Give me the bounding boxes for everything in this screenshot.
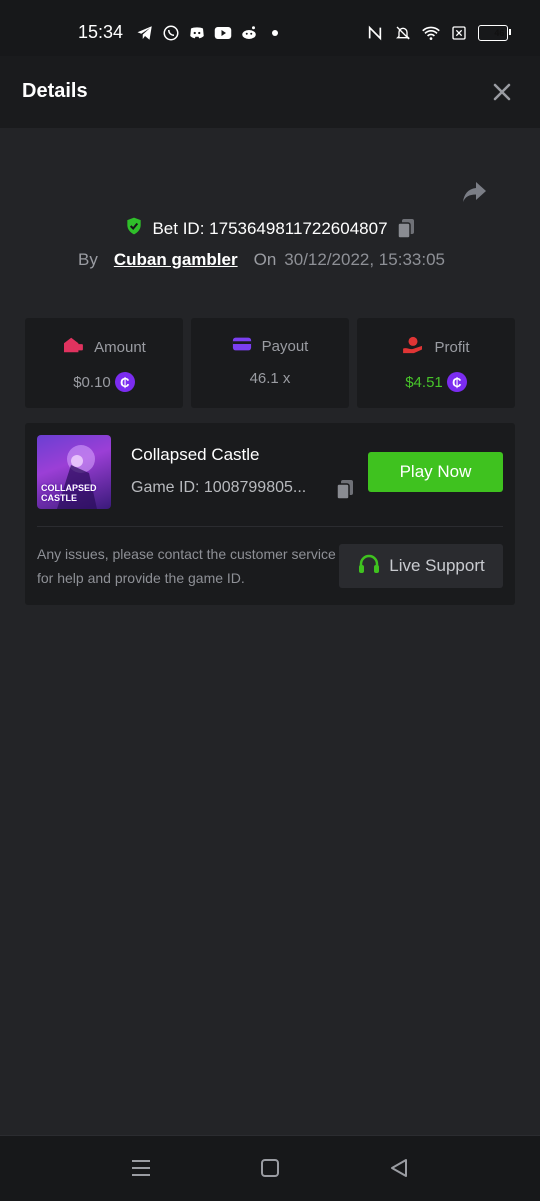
details-header: Details (0, 56, 540, 128)
menu-icon[interactable] (130, 1157, 152, 1179)
bet-id: Bet ID: 1753649811722604807 (152, 218, 388, 238)
status-bar: 15:34 46 (0, 0, 540, 56)
no-sim-icon (450, 24, 468, 42)
game-panel: COLLAPSED CASTLE Collapsed Castle Game I… (25, 423, 515, 605)
reddit-icon (240, 24, 258, 42)
notification-icons (136, 22, 278, 44)
wallet-icon (232, 336, 252, 356)
live-support-label: Live Support (389, 556, 485, 575)
nfc-icon (366, 24, 384, 42)
payout-card: Payout 46.1 x (191, 318, 349, 408)
bet-id-row: Bet ID: 1753649811722604807 (0, 216, 540, 241)
amount-card: Amount $0.10 ₵ (25, 318, 183, 408)
whatsapp-icon (162, 24, 180, 42)
wifi-icon (422, 24, 440, 42)
battery-level: 46 (494, 28, 505, 38)
close-icon[interactable] (490, 80, 514, 104)
bet-meta: By Cuban gambler On 30/12/2022, 15:33:05 (78, 250, 445, 270)
profit-card: Profit $4.51 ₵ (357, 318, 515, 408)
system-icons: 46 (366, 22, 511, 44)
profit-value: $4.51 (405, 373, 443, 391)
system-nav-bar (0, 1135, 540, 1201)
bet-date: 30/12/2022, 15:33:05 (284, 250, 445, 269)
more-notifications-dot (272, 30, 278, 36)
by-label: By (78, 250, 98, 269)
on-label: On (253, 250, 277, 269)
coin-icon: ₵ (446, 372, 467, 392)
game-id: Game ID: 1008799805... (131, 479, 307, 496)
payout-label: Payout (261, 337, 309, 355)
amount-icon (62, 336, 84, 358)
coin-icon: ₵ (114, 372, 135, 392)
youtube-icon (214, 24, 232, 42)
live-support-button[interactable]: Live Support (339, 544, 503, 588)
telegram-icon (136, 24, 154, 42)
game-name: Collapsed Castle (131, 445, 260, 464)
divider (37, 526, 503, 527)
copy-game-id-icon[interactable] (335, 479, 355, 506)
game-thumbnail[interactable]: COLLAPSED CASTLE (37, 435, 111, 509)
amount-label: Amount (94, 338, 146, 356)
home-icon[interactable] (259, 1157, 281, 1179)
bet-stats: Amount $0.10 ₵ Payout 46.1 x Profit $4.5… (25, 318, 515, 408)
support-hint: Any issues, please contact the customer … (37, 546, 336, 586)
back-icon[interactable] (388, 1157, 410, 1179)
share-icon[interactable] (462, 180, 488, 204)
status-time: 15:34 (78, 22, 124, 42)
play-now-button[interactable]: Play Now (368, 452, 503, 492)
bell-muted-icon (394, 24, 412, 42)
copy-bet-id-icon[interactable] (396, 218, 416, 240)
profit-icon (402, 336, 424, 358)
username-link[interactable]: Cuban gambler (114, 250, 238, 270)
amount-value: $0.10 (73, 373, 111, 391)
profit-label: Profit (434, 338, 470, 356)
discord-icon (188, 24, 206, 42)
verified-shield-icon (124, 216, 144, 241)
headset-icon (357, 552, 381, 581)
battery-icon: 46 (478, 25, 511, 41)
game-thumbnail-logo: COLLAPSED CASTLE (41, 483, 97, 503)
page-title: Details (22, 80, 88, 102)
payout-value: 46.1 x (249, 370, 291, 387)
